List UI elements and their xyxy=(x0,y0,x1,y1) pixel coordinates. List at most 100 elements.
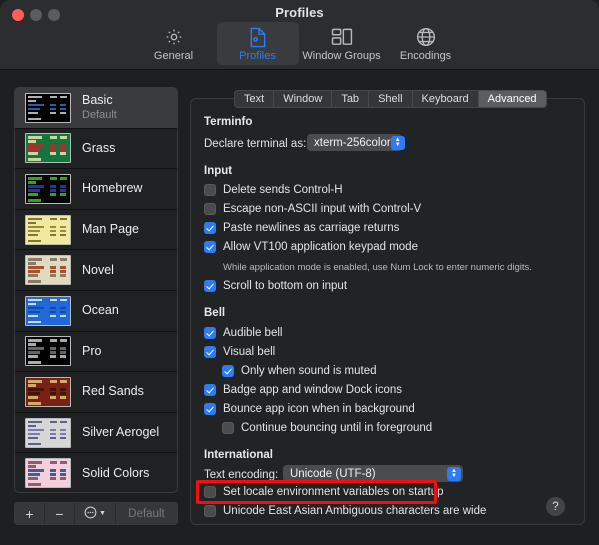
checkbox-visual-bell[interactable]: Visual bell xyxy=(204,346,275,358)
profile-row[interactable]: Silver Aerogel xyxy=(15,413,177,454)
profile-thumbnail xyxy=(25,93,71,123)
section-title-international: International xyxy=(204,449,273,461)
checkbox-box xyxy=(204,327,216,339)
checkbox-box xyxy=(222,422,234,434)
checkbox-label: Unicode East Asian Ambiguous characters … xyxy=(223,505,486,517)
settings-panel: Terminfo Declare terminal as: xterm-256c… xyxy=(190,98,585,525)
profile-actions-menu-button[interactable]: ▼ xyxy=(75,503,116,524)
profile-row[interactable]: BasicDefault xyxy=(15,88,177,129)
profile-name: Novel xyxy=(82,263,114,278)
checkbox-label: Paste newlines as carriage returns xyxy=(223,222,399,234)
profile-row[interactable]: Solid Colors xyxy=(15,453,177,493)
profile-name: Pro xyxy=(82,344,101,359)
text-encoding-label: Text encoding: xyxy=(204,469,278,481)
window-groups-icon xyxy=(331,26,353,48)
chevron-down-icon: ▼ xyxy=(99,510,106,517)
checkbox-escape-non-ascii[interactable]: Escape non-ASCII input with Control-V xyxy=(204,203,421,215)
preferences-toolbar: General Profiles xyxy=(0,22,599,65)
checkbox-label: Audible bell xyxy=(223,327,282,339)
toolbar-item-window-groups[interactable]: Window Groups xyxy=(301,22,383,65)
profile-thumbnail xyxy=(25,133,71,163)
checkbox-badge-dock-icons[interactable]: Badge app and window Dock icons xyxy=(204,384,402,396)
checkbox-box xyxy=(204,203,216,215)
toolbar-item-encodings[interactable]: Encodings xyxy=(385,22,467,65)
tab-shell[interactable]: Shell xyxy=(369,91,412,107)
profile-thumbnail xyxy=(25,377,71,407)
toolbar-item-profiles[interactable]: Profiles xyxy=(217,22,299,65)
checkbox-label: Scroll to bottom on input xyxy=(223,280,347,292)
declare-terminal-value: xterm-256color xyxy=(314,137,391,149)
remove-profile-button[interactable]: − xyxy=(45,503,75,524)
checkbox-label: Only when sound is muted xyxy=(241,365,377,377)
text-encoding-value: Unicode (UTF-8) xyxy=(290,468,447,480)
checkbox-label: Escape non-ASCII input with Control-V xyxy=(223,203,421,215)
profile-name: Grass xyxy=(82,141,115,156)
profile-name: Homebrew xyxy=(82,181,142,196)
profile-thumbnail xyxy=(25,458,71,488)
ellipsis-circle-icon xyxy=(84,506,97,522)
checkbox-east-asian-ambiguous-wide[interactable]: Unicode East Asian Ambiguous characters … xyxy=(204,505,486,517)
profile-thumbnail xyxy=(25,255,71,285)
globe-icon xyxy=(416,26,436,48)
profile-row[interactable]: Homebrew xyxy=(15,169,177,210)
profile-thumbnail xyxy=(25,418,71,448)
declare-terminal-select[interactable]: xterm-256color ▲▼ xyxy=(307,134,402,151)
add-profile-button[interactable]: + xyxy=(15,503,45,524)
tab-advanced[interactable]: Advanced xyxy=(479,91,546,107)
checkbox-box xyxy=(204,403,216,415)
gear-icon xyxy=(164,26,184,48)
profile-name: Solid Colors xyxy=(82,466,149,481)
profile-row[interactable]: Man Page xyxy=(15,210,177,251)
toolbar-item-label: Window Groups xyxy=(302,50,380,62)
checkbox-box xyxy=(204,184,216,196)
checkbox-continue-bouncing[interactable]: Continue bouncing until in foreground xyxy=(222,422,432,434)
title-bar: Profiles General xyxy=(0,0,599,70)
document-icon xyxy=(248,26,268,48)
checkbox-set-locale-env-vars[interactable]: Set locale environment variables on star… xyxy=(204,486,444,498)
text-encoding-select[interactable]: Unicode (UTF-8) ▲▼ xyxy=(283,465,463,482)
toolbar-item-label: Profiles xyxy=(239,50,276,62)
checkbox-paste-newlines[interactable]: Paste newlines as carriage returns xyxy=(204,222,399,234)
profile-row[interactable]: Ocean xyxy=(15,291,177,332)
profile-name: Man Page xyxy=(82,222,139,237)
checkbox-audible-bell[interactable]: Audible bell xyxy=(204,327,282,339)
tab-tab[interactable]: Tab xyxy=(332,91,369,107)
profile-name: Basic xyxy=(82,93,117,108)
checkbox-only-when-sound-muted[interactable]: Only when sound is muted xyxy=(222,365,377,377)
application-mode-hint: While application mode is enabled, use N… xyxy=(223,262,532,273)
popup-arrows-icon: ▲▼ xyxy=(391,136,405,150)
profile-thumbnail xyxy=(25,336,71,366)
checkbox-box xyxy=(204,346,216,358)
profile-row[interactable]: Red Sands xyxy=(15,372,177,413)
profile-row[interactable]: Pro xyxy=(15,332,177,373)
profile-thumbnail xyxy=(25,174,71,204)
checkbox-box xyxy=(204,241,216,253)
checkbox-allow-vt100-keypad[interactable]: Allow VT100 application keypad mode xyxy=(204,241,418,253)
checkbox-scroll-to-bottom-on-input[interactable]: Scroll to bottom on input xyxy=(204,280,347,292)
profile-row[interactable]: Grass xyxy=(15,129,177,170)
checkbox-box xyxy=(204,505,216,517)
profiles-list[interactable]: BasicDefault Grass Homebrew Man Page Novel Oc… xyxy=(14,87,178,493)
section-title-bell: Bell xyxy=(204,307,225,319)
checkbox-box xyxy=(204,384,216,396)
checkbox-label: Visual bell xyxy=(223,346,275,358)
checkbox-bounce-app-icon[interactable]: Bounce app icon when in background xyxy=(204,403,415,415)
profile-thumbnail xyxy=(25,296,71,326)
checkbox-box xyxy=(222,365,234,377)
tab-keyboard[interactable]: Keyboard xyxy=(413,91,479,107)
toolbar-item-general[interactable]: General xyxy=(133,22,215,65)
profile-default-badge: Default xyxy=(82,108,117,122)
profiles-list-toolbar: + − ▼ Default xyxy=(14,502,178,525)
checkbox-box xyxy=(204,280,216,292)
tab-text[interactable]: Text xyxy=(235,91,274,107)
profile-name: Silver Aerogel xyxy=(82,425,159,440)
toolbar-item-label: General xyxy=(154,50,193,62)
checkbox-delete-sends-control-h[interactable]: Delete sends Control-H xyxy=(204,184,343,196)
profile-row[interactable]: Novel xyxy=(15,250,177,291)
checkbox-label: Allow VT100 application keypad mode xyxy=(223,241,418,253)
help-button[interactable]: ? xyxy=(546,497,565,516)
tab-window[interactable]: Window xyxy=(274,91,332,107)
set-default-profile-button[interactable]: Default xyxy=(116,503,177,524)
checkbox-label: Continue bouncing until in foreground xyxy=(241,422,432,434)
profile-thumbnail xyxy=(25,215,71,245)
